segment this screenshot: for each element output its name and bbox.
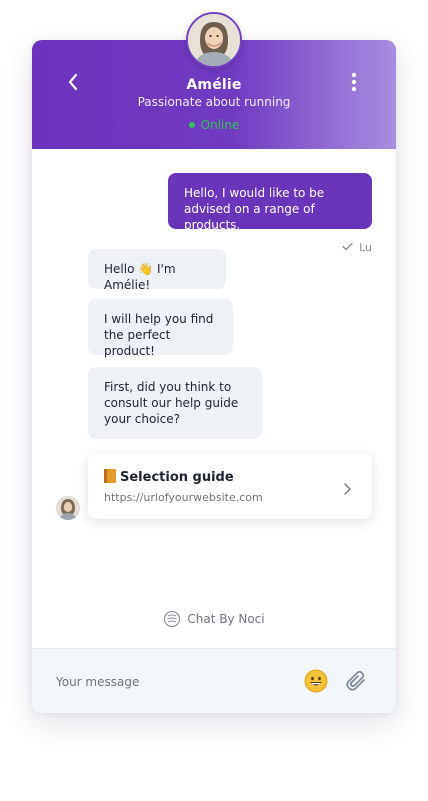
- card-title: Selection guide: [104, 469, 234, 485]
- stage: Amélie Passionate about running Online H…: [0, 0, 428, 801]
- agent-avatar-small: [56, 496, 80, 520]
- powered-by-label: Chat By Noci: [187, 612, 265, 626]
- online-dot: [188, 121, 195, 128]
- noci-logo-icon: [163, 610, 181, 628]
- attach-button[interactable]: [344, 669, 368, 693]
- check-icon: [342, 241, 353, 254]
- more-options-button[interactable]: [344, 70, 364, 94]
- more-vertical-icon: [351, 72, 357, 92]
- selection-guide-card[interactable]: Selection guide https://urlofyourwebsite…: [88, 453, 372, 519]
- outgoing-message: Hello, I would like to be advised on a r…: [168, 173, 372, 232]
- agent-avatar: [186, 12, 242, 68]
- incoming-message: I will help you find the perfect product…: [88, 299, 233, 358]
- emoji-button[interactable]: [304, 669, 328, 693]
- agent-name: Amélie: [186, 77, 242, 93]
- read-receipt: Lu: [332, 241, 372, 257]
- incoming-message: Hello 👋 I'm Amélie!: [88, 249, 226, 292]
- powered-by: Chat By Noci: [32, 610, 396, 628]
- read-receipt-label: Lu: [359, 241, 372, 254]
- paperclip-icon: [346, 670, 365, 691]
- book-icon: [104, 469, 116, 483]
- chevron-right-icon: [342, 481, 352, 495]
- agent-tagline: Passionate about running: [137, 95, 291, 109]
- incoming-message: First, did you think to consult our help…: [88, 367, 262, 439]
- agent-status: Online: [32, 118, 396, 132]
- emoji-icon: [304, 669, 328, 693]
- card-title-text: Selection guide: [120, 470, 234, 485]
- status-label: Online: [200, 118, 240, 132]
- chat-widget: Amélie Passionate about running Online H…: [32, 40, 396, 713]
- message-composer: [32, 648, 396, 713]
- card-url: https://urlofyourwebsite.com: [104, 491, 263, 504]
- message-input[interactable]: [54, 669, 298, 695]
